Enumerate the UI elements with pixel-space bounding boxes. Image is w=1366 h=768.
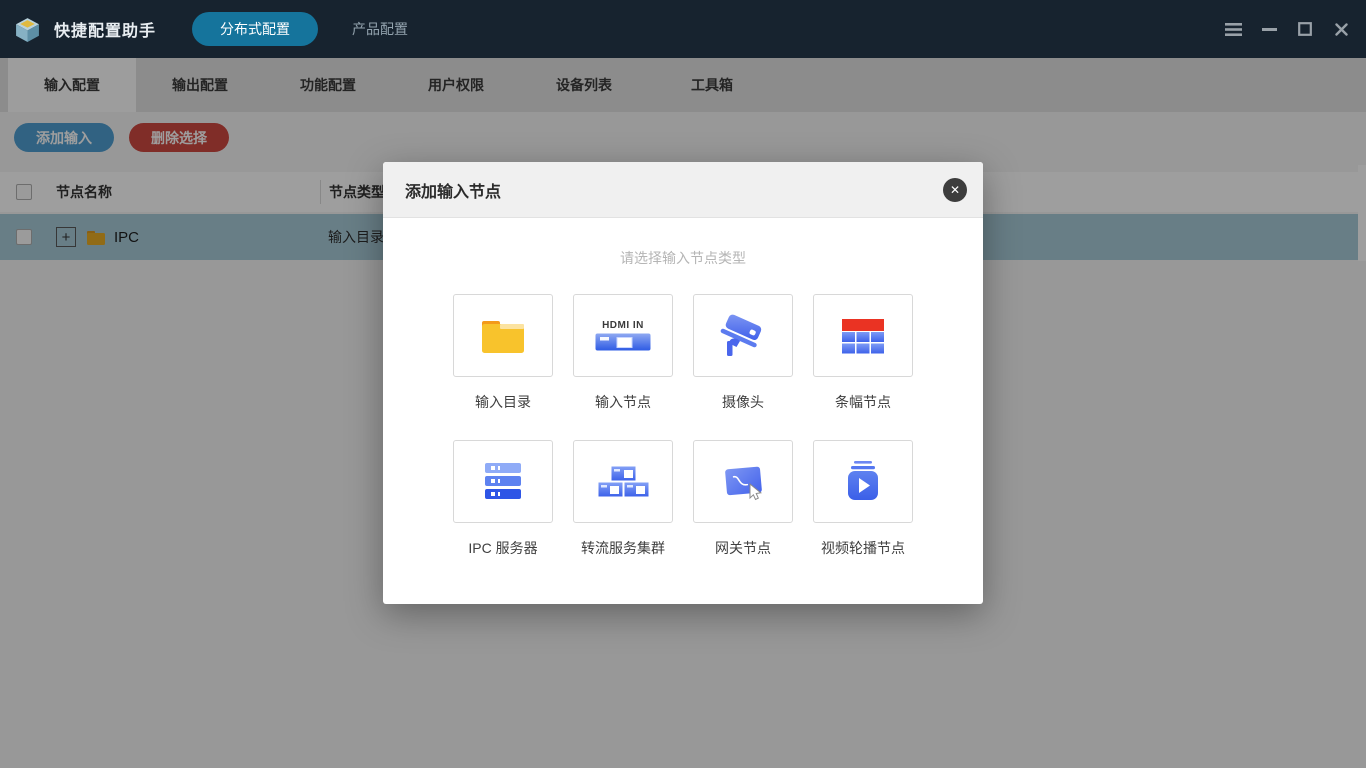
tile-label: 转流服务集群 [573,538,673,558]
node-type-cell-ipc-server: IPC 服务器 [453,440,553,558]
dialog-subtitle: 请选择输入节点类型 [383,248,983,268]
tile-ipc-server[interactable] [453,440,553,523]
video-carousel-icon [841,460,885,504]
tile-stream-cluster[interactable] [573,440,673,523]
node-type-grid: 输入目录 HDMI IN [453,294,913,558]
tile-banner-node[interactable] [813,294,913,377]
tile-input-directory[interactable] [453,294,553,377]
banner-grid-icon [840,317,886,355]
node-type-cell-camera: 摄像头 [693,294,793,412]
maximize-icon[interactable] [1296,20,1314,38]
tile-label: 视频轮播节点 [813,538,913,558]
add-input-node-dialog: 添加输入节点 ✕ 请选择输入节点类型 输入目录 HDMI IN [383,162,983,604]
tile-label: IPC 服务器 [453,538,553,558]
menu-icon[interactable] [1224,20,1242,38]
tile-label: 条幅节点 [813,392,913,412]
titlebar-tab-distributed-config[interactable]: 分布式配置 [192,12,318,46]
app-logo-cube-icon [14,16,41,43]
tile-input-node[interactable]: HDMI IN [573,294,673,377]
node-type-cell-gateway-node: 网关节点 [693,440,793,558]
node-type-cell-input-node: HDMI IN 输入节点 [573,294,673,412]
gateway-icon [719,460,767,504]
dialog-title: 添加输入节点 [405,178,501,202]
tile-label: 网关节点 [693,538,793,558]
node-type-cell-banner-node: 条幅节点 [813,294,913,412]
app-window: 快捷配置助手 分布式配置 产品配置 输入配置 输出配置 功能配置 用户权限 设备… [0,0,1366,768]
server-cluster-icon [596,463,650,501]
tile-label: 输入目录 [453,392,553,412]
close-icon[interactable] [1332,20,1350,38]
server-stack-icon [481,461,525,503]
hdmi-in-label: HDMI IN [602,320,644,331]
window-controls [1224,20,1350,38]
tile-gateway-node[interactable] [693,440,793,523]
titlebar-tab-product-config[interactable]: 产品配置 [324,12,436,46]
titlebar: 快捷配置助手 分布式配置 产品配置 [0,0,1366,58]
tile-label: 摄像头 [693,392,793,412]
camera-icon [719,312,767,360]
hdmi-in-icon [595,333,651,351]
node-type-cell-input-directory: 输入目录 [453,294,553,412]
dialog-header: 添加输入节点 ✕ [383,162,983,218]
dialog-close-button[interactable]: ✕ [943,178,967,202]
tile-video-carousel[interactable] [813,440,913,523]
tile-label: 输入节点 [573,392,673,412]
node-type-cell-video-carousel: 视频轮播节点 [813,440,913,558]
folder-icon [479,317,527,355]
node-type-cell-stream-cluster: 转流服务集群 [573,440,673,558]
minimize-icon[interactable] [1260,20,1278,38]
tile-camera[interactable] [693,294,793,377]
app-title: 快捷配置助手 [54,17,156,41]
